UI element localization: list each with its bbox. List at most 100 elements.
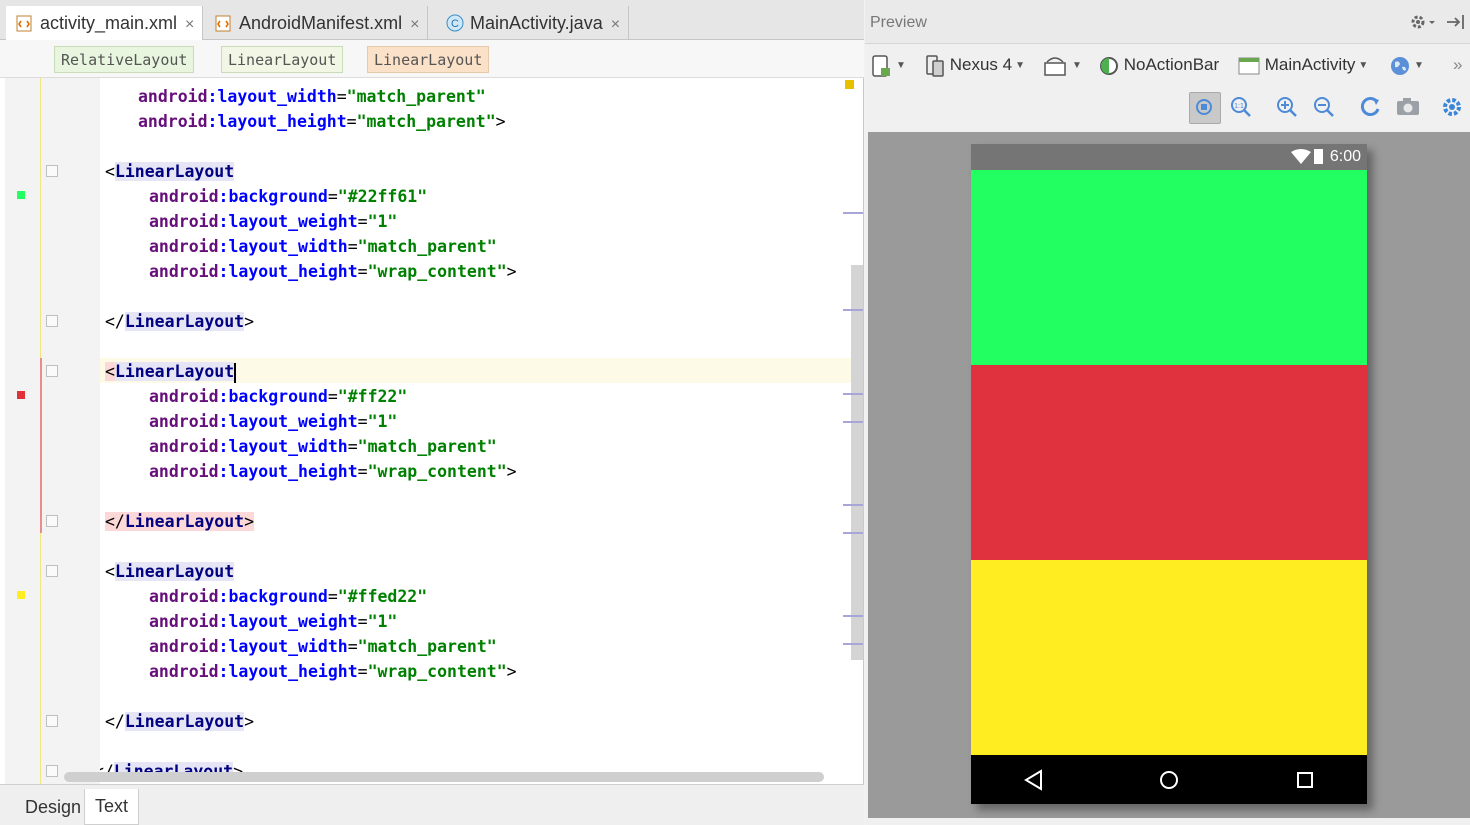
error-stripe[interactable] (843, 615, 863, 617)
tab-label: MainActivity.java (470, 13, 603, 33)
wifi-icon (1291, 149, 1311, 164)
locale-selector[interactable]: ▼ (1389, 52, 1424, 78)
editor-gutter (5, 78, 100, 784)
theme-selector[interactable]: NoActionBar (1099, 52, 1219, 78)
code-line: android:layout_height="match_parent"> (138, 112, 506, 131)
breadcrumb-relative-layout[interactable]: RelativeLayout (54, 46, 195, 73)
zoom-to-fit-button[interactable] (1189, 92, 1221, 124)
error-stripe[interactable] (843, 309, 863, 311)
gear-icon[interactable] (1408, 12, 1438, 32)
tab-label: activity_main.xml (40, 13, 178, 33)
close-icon[interactable]: × (611, 8, 620, 42)
layout-band-red[interactable] (971, 365, 1367, 560)
code-editor[interactable]: android:layout_width="match_parent" andr… (100, 78, 852, 772)
fold-icon[interactable] (46, 515, 58, 527)
camera-icon (1397, 98, 1419, 115)
tab-label: AndroidManifest.xml (239, 13, 403, 33)
refresh-button[interactable] (1355, 92, 1387, 124)
activity-icon (1238, 57, 1260, 75)
error-stripe[interactable] (843, 643, 863, 645)
code-line: android:layout_height="wrap_content"> (149, 262, 517, 281)
layout-band-yellow[interactable] (971, 560, 1367, 755)
chevron-down-icon: ▼ (1358, 59, 1369, 71)
editor-mode-tabs: Design Text (0, 784, 864, 825)
device-type-button[interactable]: ▼ (871, 52, 906, 78)
orientation-button[interactable]: ▼ (1043, 52, 1082, 78)
chevron-down-icon: ▼ (1015, 59, 1026, 71)
overflow-icon[interactable]: » (1453, 52, 1462, 78)
vertical-scrollbar[interactable] (851, 265, 863, 660)
java-class-icon: C (446, 14, 464, 32)
code-line: android:layout_width="match_parent" (149, 637, 497, 656)
tab-activity-main-xml[interactable]: activity_main.xml × (6, 6, 204, 42)
horizontal-scrollbar[interactable] (64, 772, 824, 782)
tab-design[interactable]: Design (14, 789, 92, 825)
code-line: android:layout_weight="1" (149, 412, 398, 431)
hide-panel-icon[interactable] (1445, 12, 1467, 32)
color-swatch-green[interactable] (17, 191, 25, 199)
svg-text:1:1: 1:1 (1234, 103, 1244, 110)
error-stripe[interactable] (843, 421, 863, 423)
zoom-actual-button[interactable]: 1:1 (1226, 92, 1258, 124)
battery-icon (1314, 149, 1323, 164)
fold-icon[interactable] (46, 715, 58, 727)
code-line: </LinearLayout> (105, 512, 255, 531)
editor-pane: activity_main.xml × AndroidManifest.xml × … (0, 0, 864, 825)
status-clock: 6:00 (1329, 148, 1361, 165)
breadcrumb: RelativeLayout LinearLayout LinearLayout (0, 40, 864, 78)
breadcrumb-linear-layout[interactable]: LinearLayout (221, 46, 344, 73)
preview-title: Preview (870, 14, 927, 31)
refresh-icon (1360, 97, 1380, 116)
tab-text[interactable]: Text (84, 789, 140, 825)
fold-icon[interactable] (46, 565, 58, 577)
chevron-down-icon: ▼ (1072, 59, 1082, 71)
layout-band-green[interactable] (971, 170, 1367, 365)
fold-icon[interactable] (46, 765, 58, 777)
error-stripe[interactable] (843, 504, 863, 506)
code-line: android:layout_width="match_parent" (149, 437, 497, 456)
color-swatch-yellow[interactable] (17, 591, 25, 599)
code-line: android:layout_height="wrap_content"> (149, 462, 517, 481)
code-line: android:background="#ff22" (149, 387, 408, 406)
activity-selector[interactable]: MainActivity ▼ (1238, 52, 1368, 78)
fold-icon[interactable] (46, 315, 58, 327)
code-line: android:layout_weight="1" (149, 212, 398, 231)
color-swatch-red[interactable] (17, 391, 25, 399)
device-status-bar: 6:00 (971, 144, 1367, 170)
recents-icon[interactable] (1294, 769, 1316, 791)
error-stripe[interactable] (843, 532, 863, 534)
gear-icon (1443, 98, 1461, 116)
error-stripe[interactable] (843, 393, 863, 395)
tab-android-manifest-xml[interactable]: AndroidManifest.xml × (205, 6, 429, 42)
zoom-out-button[interactable] (1309, 92, 1341, 124)
home-icon[interactable] (1158, 769, 1180, 791)
editor-tab-bar: activity_main.xml × AndroidManifest.xml × … (0, 0, 864, 42)
change-marker (40, 358, 42, 533)
device-icon (872, 54, 890, 77)
zoom-out-icon (1314, 97, 1334, 117)
breadcrumb-linear-layout-current[interactable]: LinearLayout (367, 46, 490, 73)
zoom-actual-size-icon: 1:1 (1231, 97, 1251, 117)
warning-marker[interactable] (845, 80, 854, 89)
tab-main-activity-java[interactable]: C MainActivity.java × (436, 6, 630, 42)
code-line: android:layout_height="wrap_content"> (149, 662, 517, 681)
close-icon[interactable]: × (185, 8, 194, 42)
screenshot-button[interactable] (1393, 92, 1425, 124)
preview-header: Preview (865, 0, 1470, 44)
fold-icon[interactable] (46, 365, 58, 377)
error-stripe[interactable] (843, 212, 863, 214)
code-line: </LinearLayout> (105, 712, 255, 731)
back-icon[interactable] (1023, 769, 1045, 791)
zoom-toolbar: 1:1 (865, 86, 1470, 132)
device-selector[interactable]: Nexus 4 ▼ (925, 52, 1025, 78)
code-line: </LinearLayout> (100, 759, 243, 772)
code-line: android:background="#ffed22" (149, 587, 428, 606)
theme-label: NoActionBar (1123, 55, 1220, 74)
zoom-fit-icon (1196, 99, 1212, 115)
close-icon[interactable]: × (410, 8, 419, 42)
svg-text:C: C (451, 18, 459, 30)
settings-button[interactable] (1437, 92, 1469, 124)
preview-toolbar: ▼ Nexus 4 ▼ ▼ NoActionBar MainActivity ▼ ▼… (865, 44, 1470, 86)
fold-icon[interactable] (46, 165, 58, 177)
zoom-in-button[interactable] (1272, 92, 1304, 124)
